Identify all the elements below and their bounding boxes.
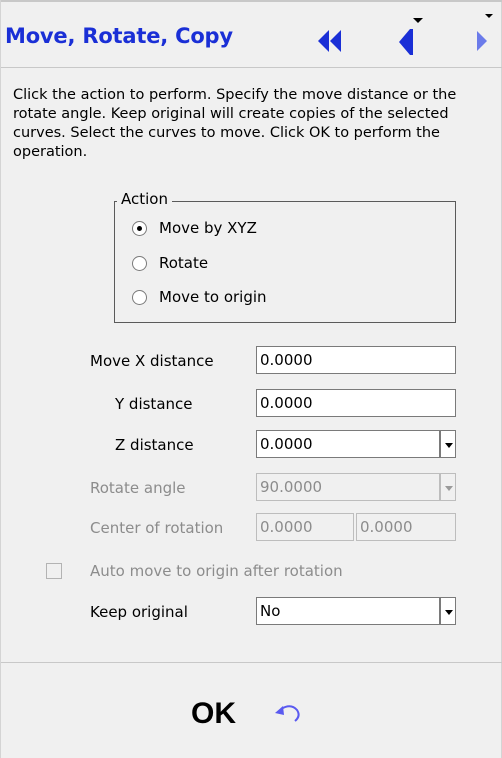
top-border [1,0,502,2]
rotate-angle-dropdown-button[interactable] [440,473,456,501]
rotate-angle-select[interactable]: 90.0000 [256,473,440,501]
next-icon [477,14,493,51]
nav-first-button[interactable] [317,28,343,54]
chevron-down-icon [445,610,453,615]
radio-selected-icon[interactable] [132,220,147,236]
rewind-icon [318,30,341,52]
move-z-label: Z distance [115,436,194,454]
radio-rotate[interactable]: Rotate [132,254,208,272]
auto-move-checkbox[interactable] [46,563,62,579]
undo-icon [275,705,300,722]
move-z-dropdown-button[interactable] [440,430,456,458]
move-y-input[interactable]: 0.0000 [256,389,456,417]
center-x-input[interactable]: 0.0000 [256,513,354,541]
footer-divider [1,662,502,663]
radio-label: Move by XYZ [159,219,257,237]
move-x-label: Move X distance [90,352,214,370]
auto-move-label: Auto move to origin after rotation [90,562,343,580]
move-y-label: Y distance [115,395,193,413]
chevron-down-icon [445,486,453,491]
nav-prev-button[interactable] [397,14,423,56]
radio-label: Move to origin [159,288,267,306]
center-y-input[interactable]: 0.0000 [356,513,456,541]
radio-icon[interactable] [132,255,147,271]
rotate-angle-label: Rotate angle [90,479,186,497]
panel-title: Move, Rotate, Copy [5,24,233,48]
keep-original-dropdown-button[interactable] [440,597,456,625]
undo-button[interactable] [273,700,303,726]
move-x-input[interactable]: 0.0000 [256,346,456,374]
keep-original-select[interactable]: No [256,597,440,625]
ok-button[interactable]: OK [191,697,236,731]
radio-icon[interactable] [132,289,147,305]
dialog-panel: Move, Rotate, Copy Click the action to p… [0,0,502,758]
action-group-legend: Action [117,190,172,208]
chevron-down-icon [445,443,453,448]
radio-move-by-xyz[interactable]: Move by XYZ [132,219,257,237]
prev-icon [399,18,423,55]
move-z-select[interactable]: 0.0000 [256,430,440,458]
center-of-rotation-label: Center of rotation [90,519,224,537]
keep-original-label: Keep original [90,603,188,621]
nav-next-button[interactable] [471,14,493,56]
instructions-text: Click the action to perform. Specify the… [13,87,457,160]
radio-move-to-origin[interactable]: Move to origin [132,288,267,306]
radio-label: Rotate [159,254,209,272]
header-divider [1,67,502,68]
